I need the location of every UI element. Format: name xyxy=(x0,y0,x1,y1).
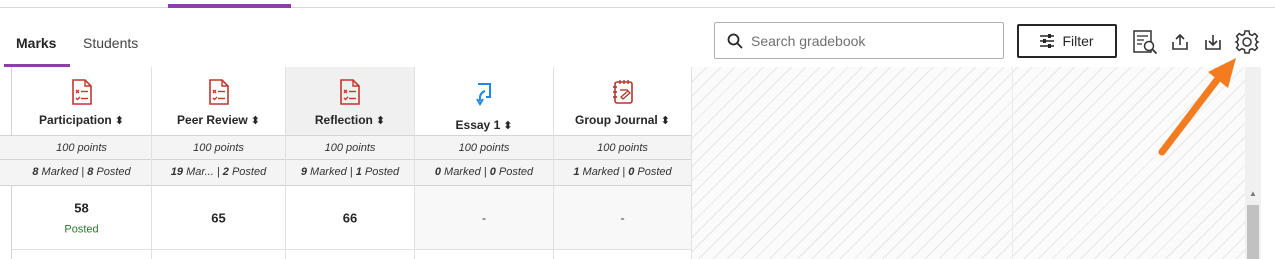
sort-icon: ⬍ xyxy=(250,115,260,127)
scroll-up-icon[interactable]: ▲ xyxy=(1249,189,1257,198)
report-icon[interactable] xyxy=(1131,28,1159,56)
column-title[interactable]: Participation ⬍ xyxy=(12,113,151,127)
column-stats: 19 Mar... | 2 Posted xyxy=(152,160,285,186)
grade-cell[interactable]: 65 xyxy=(152,186,285,250)
column-header[interactable]: Essay 1 ⬍ xyxy=(415,67,553,135)
grade-column-group-journal: Group Journal ⬍ 100 points 1 Marked | 0 P… xyxy=(554,67,692,259)
column-stats: 1 Marked | 0 Posted xyxy=(554,160,691,186)
column-title[interactable]: Group Journal ⬍ xyxy=(554,113,691,127)
sort-icon: ⬍ xyxy=(503,120,513,132)
column-header[interactable]: Reflection ⬍ xyxy=(286,67,414,135)
grid-divider xyxy=(1012,67,1013,259)
grade-value: 65 xyxy=(211,210,226,225)
grade-cell[interactable]: 66 xyxy=(286,186,414,250)
column-points: 100 points xyxy=(12,135,151,160)
column-stats: 9 Marked | 1 Posted xyxy=(286,160,414,186)
turnitin-icon xyxy=(476,83,491,106)
sort-icon: ⬍ xyxy=(114,115,124,127)
column-title[interactable]: Essay 1 ⬍ xyxy=(415,118,553,132)
search-input[interactable] xyxy=(751,25,991,56)
column-points: 100 points xyxy=(286,135,414,160)
upload-icon[interactable] xyxy=(1166,28,1194,56)
grade-column-peer-review: Peer Review ⬍ 100 points 19 Mar... | 2 Po… xyxy=(152,67,286,259)
grade-column-reflection: Reflection ⬍ 100 points 9 Marked | 1 Post… xyxy=(286,67,415,259)
column-points: 100 points xyxy=(152,135,285,160)
column-header[interactable]: Group Journal ⬍ xyxy=(554,67,691,135)
grade-value: - xyxy=(481,210,487,225)
tab-students[interactable]: Students xyxy=(71,26,159,67)
grade-cell[interactable]: - xyxy=(554,186,691,250)
grade-value: 58 xyxy=(74,200,89,215)
grade-cell[interactable]: - xyxy=(415,186,553,250)
scroll-thumb[interactable] xyxy=(1247,205,1259,259)
filter-button[interactable]: Filter xyxy=(1017,24,1117,58)
assignment-icon xyxy=(340,79,360,105)
column-title[interactable]: Reflection ⬍ xyxy=(286,113,414,127)
column-header[interactable]: Participation ⬍ xyxy=(12,67,151,135)
grade-value: 66 xyxy=(342,210,358,225)
column-points: 100 points xyxy=(554,135,691,160)
grade-cell[interactable]: 58 Posted xyxy=(12,186,151,250)
assignment-icon xyxy=(208,79,229,105)
column-stats: 8 Marked | 8 Posted xyxy=(12,160,151,186)
assignment-icon xyxy=(71,79,92,105)
column-points: 100 points xyxy=(415,135,553,160)
top-active-indicator xyxy=(168,4,291,8)
column-title[interactable]: Peer Review ⬍ xyxy=(152,113,285,127)
column-stats: 0 Marked | 0 Posted xyxy=(415,160,553,186)
row-header-stub xyxy=(0,67,12,259)
sort-icon: ⬍ xyxy=(660,115,670,127)
grade-column-essay-1: Essay 1 ⬍ 100 points 0 Marked | 0 Posted … xyxy=(415,67,554,259)
journal-icon xyxy=(612,80,633,104)
search-box[interactable] xyxy=(714,22,1004,59)
sort-icon: ⬍ xyxy=(375,115,386,127)
download-icon[interactable] xyxy=(1199,28,1227,56)
filter-sliders-icon xyxy=(1040,34,1055,48)
gear-icon[interactable] xyxy=(1233,28,1261,56)
search-icon xyxy=(727,33,743,49)
empty-grid-area xyxy=(692,67,1245,259)
vertical-scrollbar[interactable]: ▲ xyxy=(1245,67,1261,259)
tab-marks[interactable]: Marks xyxy=(4,26,70,67)
grade-value: - xyxy=(620,210,625,225)
grade-status: Posted xyxy=(64,223,99,235)
filter-label: Filter xyxy=(1062,33,1094,49)
column-header[interactable]: Peer Review ⬍ xyxy=(152,67,285,135)
grade-column-participation: Participation ⬍ 100 points 8 Marked | 8 P… xyxy=(12,67,152,259)
